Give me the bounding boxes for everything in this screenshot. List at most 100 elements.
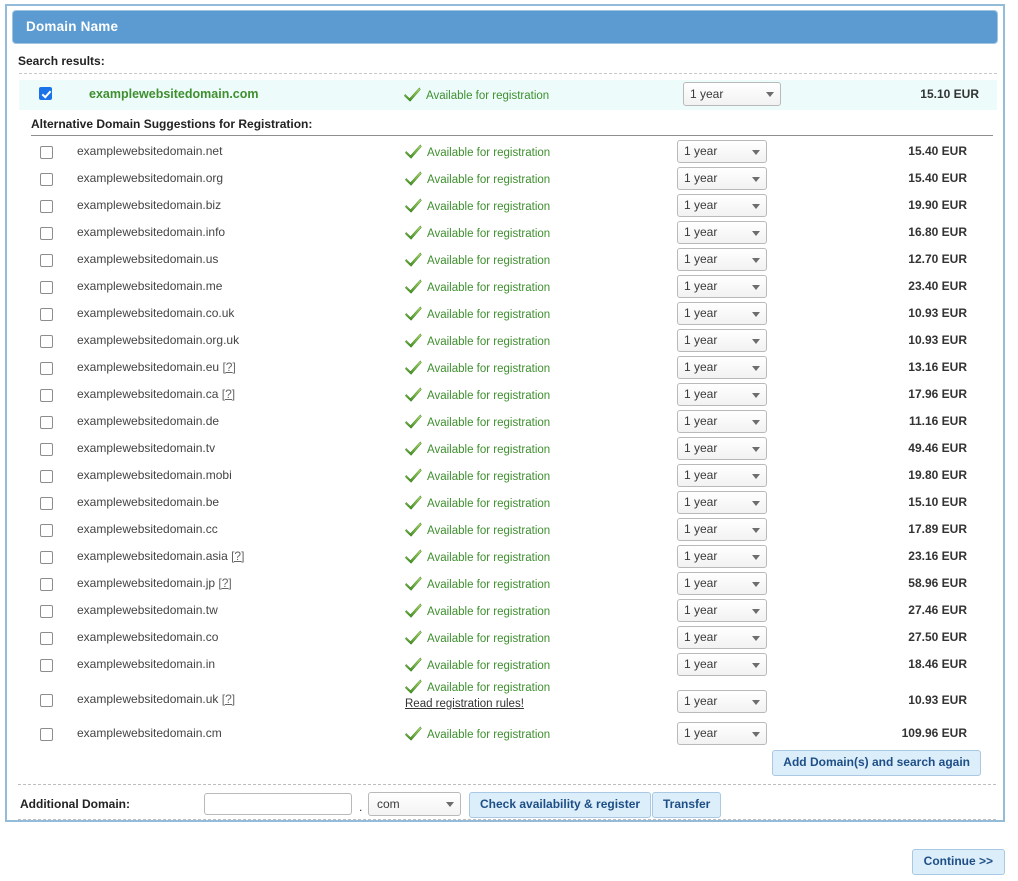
domain-suggestion-row[interactable]: examplewebsitedomain.ccAvailable for reg… [7, 517, 1007, 544]
registration-term-select[interactable]: 1 year2 years3 years4 years5 years [677, 690, 767, 713]
help-question-link[interactable]: [?] [222, 387, 235, 401]
registration-term-select[interactable]: 1 year2 years3 years4 years5 years [677, 518, 767, 541]
domain-suggestion-row[interactable]: examplewebsitedomain.cmAvailable for reg… [7, 721, 1007, 748]
suggestion-checkbox[interactable] [40, 470, 53, 483]
registration-term-select[interactable]: 1 year2 years3 years4 years5 years [677, 248, 767, 271]
registration-term-select[interactable]: 1 year2 years3 years4 years5 years [677, 722, 767, 745]
suggestion-checkbox[interactable] [40, 416, 53, 429]
suggestion-checkbox[interactable] [40, 389, 53, 402]
registration-term-select[interactable]: 1 year2 years3 years4 years5 years [677, 167, 767, 190]
suggestion-domain-text: examplewebsitedomain.biz [77, 198, 221, 212]
suggestion-checkbox[interactable] [40, 146, 53, 159]
registration-term-select[interactable]: 1 year2 years3 years4 years5 years [677, 437, 767, 460]
domain-suggestion-row[interactable]: examplewebsitedomain.beAvailable for reg… [7, 490, 1007, 517]
suggestion-checkbox-cell [40, 496, 53, 510]
domain-suggestion-row[interactable]: examplewebsitedomain.jp [?]Available for… [7, 571, 1007, 598]
add-domains-and-search-again-button[interactable]: Add Domain(s) and search again [772, 750, 981, 776]
registration-term-select[interactable]: 1 year2 years3 years4 years5 years [677, 653, 767, 676]
domain-suggestion-row[interactable]: examplewebsitedomain.bizAvailable for re… [7, 193, 1007, 220]
registration-term-select[interactable]: 1 year2 years3 years4 years5 years [677, 221, 767, 244]
alternatives-divider [31, 135, 993, 136]
domain-suggestion-row[interactable]: examplewebsitedomain.uk [?]Available for… [7, 679, 1007, 721]
registration-term-select[interactable]: 1 year2 years3 years4 years5 years [677, 140, 767, 163]
suggestion-checkbox[interactable] [40, 694, 53, 707]
suggestion-term-cell: 1 year2 years3 years4 years5 years [677, 690, 767, 713]
green-check-icon [405, 441, 422, 456]
registration-term-select[interactable]: 1 year2 years3 years4 years5 years [677, 491, 767, 514]
suggestion-checkbox[interactable] [40, 173, 53, 186]
suggestion-checkbox[interactable] [40, 578, 53, 591]
suggestion-checkbox[interactable] [40, 200, 53, 213]
check-availability-register-button[interactable]: Check availability & register [469, 792, 651, 818]
registration-term-select[interactable]: 1 year2 years3 years4 years5 years [677, 194, 767, 217]
green-check-icon [405, 726, 422, 741]
registration-rules-link[interactable]: Read registration rules! [405, 698, 550, 710]
suggestion-status-text: Available for registration [427, 390, 550, 402]
suggestion-checkbox[interactable] [40, 659, 53, 672]
primary-result-checkbox[interactable] [39, 87, 52, 100]
domain-suggestion-row[interactable]: examplewebsitedomain.org.ukAvailable for… [7, 328, 1007, 355]
suggestion-status-cell: Available for registrationRead registrat… [405, 679, 550, 710]
suggestion-checkbox[interactable] [40, 281, 53, 294]
domain-suggestion-row[interactable]: examplewebsitedomain.usAvailable for reg… [7, 247, 1007, 274]
registration-term-select[interactable]: 1 year2 years3 years4 years5 years [677, 410, 767, 433]
registration-term-select[interactable]: 1 year2 years3 years4 years5 years [677, 356, 767, 379]
registration-term-select[interactable]: 1 year2 years3 years4 years5 years [677, 329, 767, 352]
suggestion-checkbox[interactable] [40, 605, 53, 618]
suggestion-checkbox[interactable] [40, 728, 53, 741]
domain-suggestion-row[interactable]: examplewebsitedomain.tvAvailable for reg… [7, 436, 1007, 463]
suggestion-checkbox[interactable] [40, 443, 53, 456]
domain-suggestion-row[interactable]: examplewebsitedomain.coAvailable for reg… [7, 625, 1007, 652]
suggestion-status-text: Available for registration [427, 417, 550, 429]
suggestion-checkbox[interactable] [40, 254, 53, 267]
registration-term-select[interactable]: 1 year2 years3 years4 years5 years [677, 302, 767, 325]
suggestion-checkbox[interactable] [40, 632, 53, 645]
help-question-link[interactable]: [?] [218, 576, 231, 590]
additional-domain-tld-select[interactable]: comnetorgbizinfoeude [368, 792, 461, 816]
suggestion-checkbox[interactable] [40, 497, 53, 510]
domain-suggestion-row[interactable]: examplewebsitedomain.eu [?]Available for… [7, 355, 1007, 382]
suggestion-checkbox[interactable] [40, 362, 53, 375]
green-check-icon [405, 198, 422, 213]
transfer-button[interactable]: Transfer [652, 792, 721, 818]
suggestion-price: 23.40 EUR [797, 279, 967, 293]
registration-term-select[interactable]: 1 year2 years3 years4 years5 years [677, 599, 767, 622]
suggestion-checkbox[interactable] [40, 335, 53, 348]
continue-button[interactable]: Continue >> [912, 849, 1005, 875]
page-title: Domain Name [26, 19, 118, 34]
suggestion-checkbox[interactable] [40, 308, 53, 321]
suggestion-status-text: Available for registration [427, 282, 550, 294]
registration-term-select[interactable]: 1 year2 years3 years4 years5 years [677, 572, 767, 595]
help-question-link[interactable]: [?] [231, 549, 244, 563]
suggestion-domain: examplewebsitedomain.eu [?] [77, 360, 236, 374]
registration-term-select[interactable]: 1 year2 years3 years4 years5 years [677, 275, 767, 298]
registration-term-select[interactable]: 1 year2 years3 years4 years5 years [677, 464, 767, 487]
domain-suggestion-row[interactable]: examplewebsitedomain.mobiAvailable for r… [7, 463, 1007, 490]
suggestion-checkbox[interactable] [40, 551, 53, 564]
domain-suggestion-row[interactable]: examplewebsitedomain.ca [?]Available for… [7, 382, 1007, 409]
domain-suggestion-row[interactable]: examplewebsitedomain.netAvailable for re… [7, 139, 1007, 166]
primary-term-select[interactable]: 1 year2 years3 years4 years5 years [683, 82, 781, 106]
suggestion-checkbox[interactable] [40, 227, 53, 240]
help-question-link[interactable]: [?] [222, 360, 235, 374]
domain-suggestion-row[interactable]: examplewebsitedomain.meAvailable for reg… [7, 274, 1007, 301]
primary-result-row[interactable]: examplewebsitedomain.com Available for r… [19, 80, 997, 110]
suggestion-domain-text: examplewebsitedomain.mobi [77, 468, 232, 482]
suggestion-term-cell: 1 year2 years3 years4 years5 years [677, 356, 767, 379]
domain-suggestion-row[interactable]: examplewebsitedomain.twAvailable for reg… [7, 598, 1007, 625]
registration-term-select[interactable]: 1 year2 years3 years4 years5 years [677, 545, 767, 568]
suggestion-domain-text: examplewebsitedomain.asia [77, 549, 228, 563]
additional-domain-input[interactable] [204, 793, 352, 815]
term-select-wrap: 1 year2 years3 years4 years5 years [677, 383, 767, 406]
help-question-link[interactable]: [?] [222, 692, 235, 706]
domain-suggestion-row[interactable]: examplewebsitedomain.deAvailable for reg… [7, 409, 1007, 436]
suggestion-price: 16.80 EUR [797, 225, 967, 239]
domain-suggestion-row[interactable]: examplewebsitedomain.co.ukAvailable for … [7, 301, 1007, 328]
registration-term-select[interactable]: 1 year2 years3 years4 years5 years [677, 626, 767, 649]
suggestion-checkbox[interactable] [40, 524, 53, 537]
registration-term-select[interactable]: 1 year2 years3 years4 years5 years [677, 383, 767, 406]
domain-suggestion-row[interactable]: examplewebsitedomain.infoAvailable for r… [7, 220, 1007, 247]
domain-suggestion-row[interactable]: examplewebsitedomain.inAvailable for reg… [7, 652, 1007, 679]
domain-suggestion-row[interactable]: examplewebsitedomain.asia [?]Available f… [7, 544, 1007, 571]
domain-suggestion-row[interactable]: examplewebsitedomain.orgAvailable for re… [7, 166, 1007, 193]
